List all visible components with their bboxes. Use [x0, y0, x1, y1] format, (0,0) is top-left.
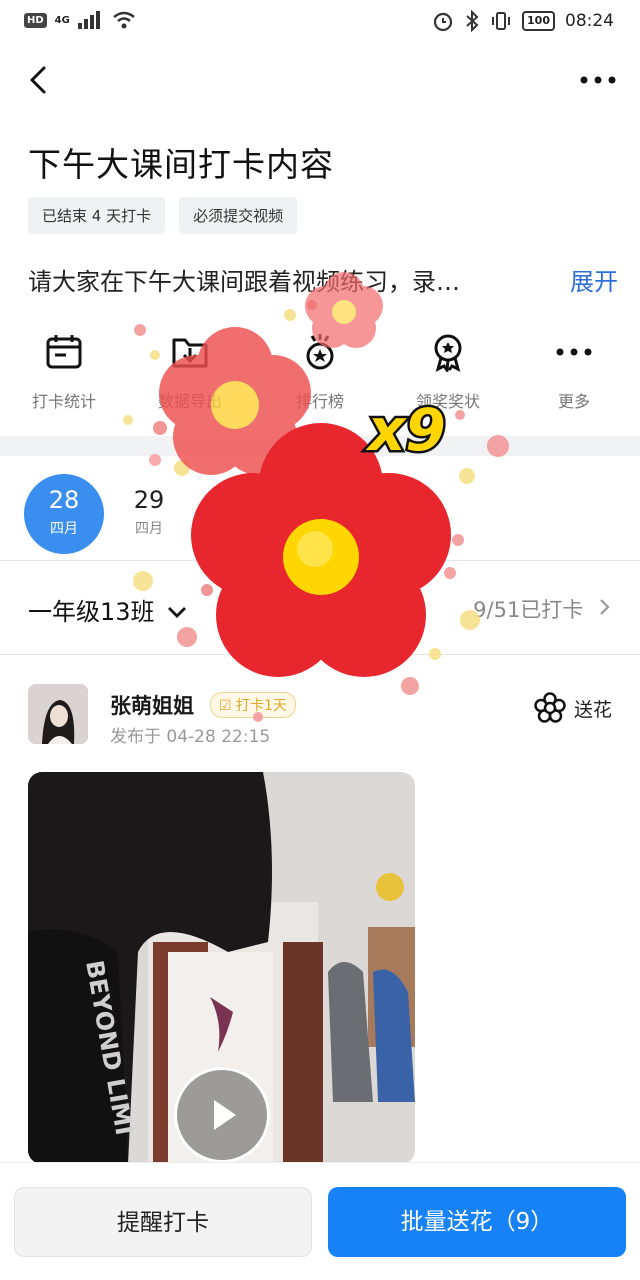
- action-label: 排行榜: [295, 392, 344, 411]
- description-text: 请大家在下午大课间跟着视频练习，录…: [28, 268, 460, 296]
- tag-list: 已结束 4 天打卡 必须提交视频: [28, 197, 298, 234]
- date-day: 28: [48, 486, 80, 514]
- checkin-count-link[interactable]: 9/51已打卡: [473, 594, 612, 624]
- action-label: 更多: [557, 392, 590, 411]
- avatar[interactable]: [28, 684, 88, 744]
- alarm-icon: [433, 12, 453, 32]
- calendar-stats-icon: [46, 335, 82, 369]
- requirement-tag: 必须提交视频: [179, 197, 298, 234]
- medal-rank-icon: [306, 334, 334, 370]
- class-selector[interactable]: 一年级13班: [28, 592, 188, 627]
- avatar-image: [28, 684, 88, 744]
- back-arrow-icon[interactable]: [22, 62, 58, 98]
- play-button[interactable]: [174, 1067, 270, 1163]
- description: 请大家在下午大课间跟着视频练习，录… 展开: [28, 262, 618, 297]
- post-time: 发布于 04-28 22:15: [110, 727, 271, 747]
- date-item-28[interactable]: 28 四月: [24, 474, 104, 554]
- action-leaderboard[interactable]: 排行榜: [260, 332, 380, 412]
- class-name: 一年级13班: [28, 598, 155, 626]
- play-icon: [214, 1100, 236, 1130]
- section-divider: [0, 436, 640, 456]
- more-menu-icon[interactable]: [578, 62, 618, 98]
- status-bar: HD 4G 100 08:24: [0, 0, 640, 44]
- folder-download-icon: [172, 338, 208, 368]
- remind-checkin-button[interactable]: 提醒打卡: [14, 1187, 312, 1257]
- batch-send-flower-button[interactable]: 批量送花（9）: [328, 1187, 626, 1257]
- checkin-badge: ☑ 打卡1天: [210, 692, 296, 718]
- divider-line: [0, 560, 640, 561]
- checkbox-icon: ☑: [219, 698, 232, 714]
- wifi-icon: [113, 11, 135, 29]
- page-title: 下午大课间打卡内容: [28, 145, 334, 184]
- video-thumbnail[interactable]: BEYOND LIMI: [28, 772, 415, 1164]
- chevron-down-icon: [168, 607, 187, 618]
- battery-level: 100: [522, 11, 555, 31]
- award-ribbon-icon: [434, 334, 462, 374]
- action-award[interactable]: 领奖奖状: [388, 332, 508, 412]
- network-type: 4G: [54, 14, 70, 26]
- hd-indicator: HD: [24, 12, 47, 28]
- more-dots-icon: [556, 348, 592, 356]
- vibrate-icon: [492, 12, 511, 30]
- badge-text: 打卡1天: [236, 698, 287, 714]
- action-data-export[interactable]: 数据导出: [130, 332, 250, 412]
- action-row: 打卡统计 数据导出 排行榜 领奖奖状 更多: [0, 332, 640, 412]
- action-label: 打卡统计: [31, 392, 96, 411]
- date-selector: 28 四月 29 四月: [0, 470, 640, 560]
- bottom-action-bar: 提醒打卡 批量送花（9）: [0, 1162, 640, 1280]
- action-more[interactable]: 更多: [514, 332, 634, 412]
- date-day: 29: [133, 486, 165, 514]
- bluetooth-icon: [466, 10, 479, 32]
- class-row: 一年级13班 9/51已打卡: [0, 562, 640, 654]
- send-flower-label: 送花: [573, 698, 612, 721]
- chevron-right-icon: [600, 599, 610, 615]
- flower-outline-icon: [534, 692, 566, 723]
- action-label: 数据导出: [157, 392, 222, 411]
- user-name[interactable]: 张萌姐姐: [110, 690, 194, 720]
- nav-bar: [0, 50, 640, 110]
- status-tag: 已结束 4 天打卡: [28, 197, 166, 234]
- action-checkin-stats[interactable]: 打卡统计: [4, 332, 124, 412]
- send-flower-button[interactable]: 送花: [534, 692, 612, 724]
- date-item-29[interactable]: 29 四月: [109, 474, 189, 554]
- expand-link[interactable]: 展开: [570, 262, 618, 297]
- action-label: 领奖奖状: [415, 392, 480, 411]
- date-month: 四月: [50, 521, 78, 537]
- date-month: 四月: [135, 521, 163, 537]
- signal-icon: [77, 11, 100, 29]
- checkin-count: 9/51已打卡: [473, 598, 584, 622]
- divider-line: [0, 654, 640, 655]
- clock-time: 08:24: [565, 11, 614, 31]
